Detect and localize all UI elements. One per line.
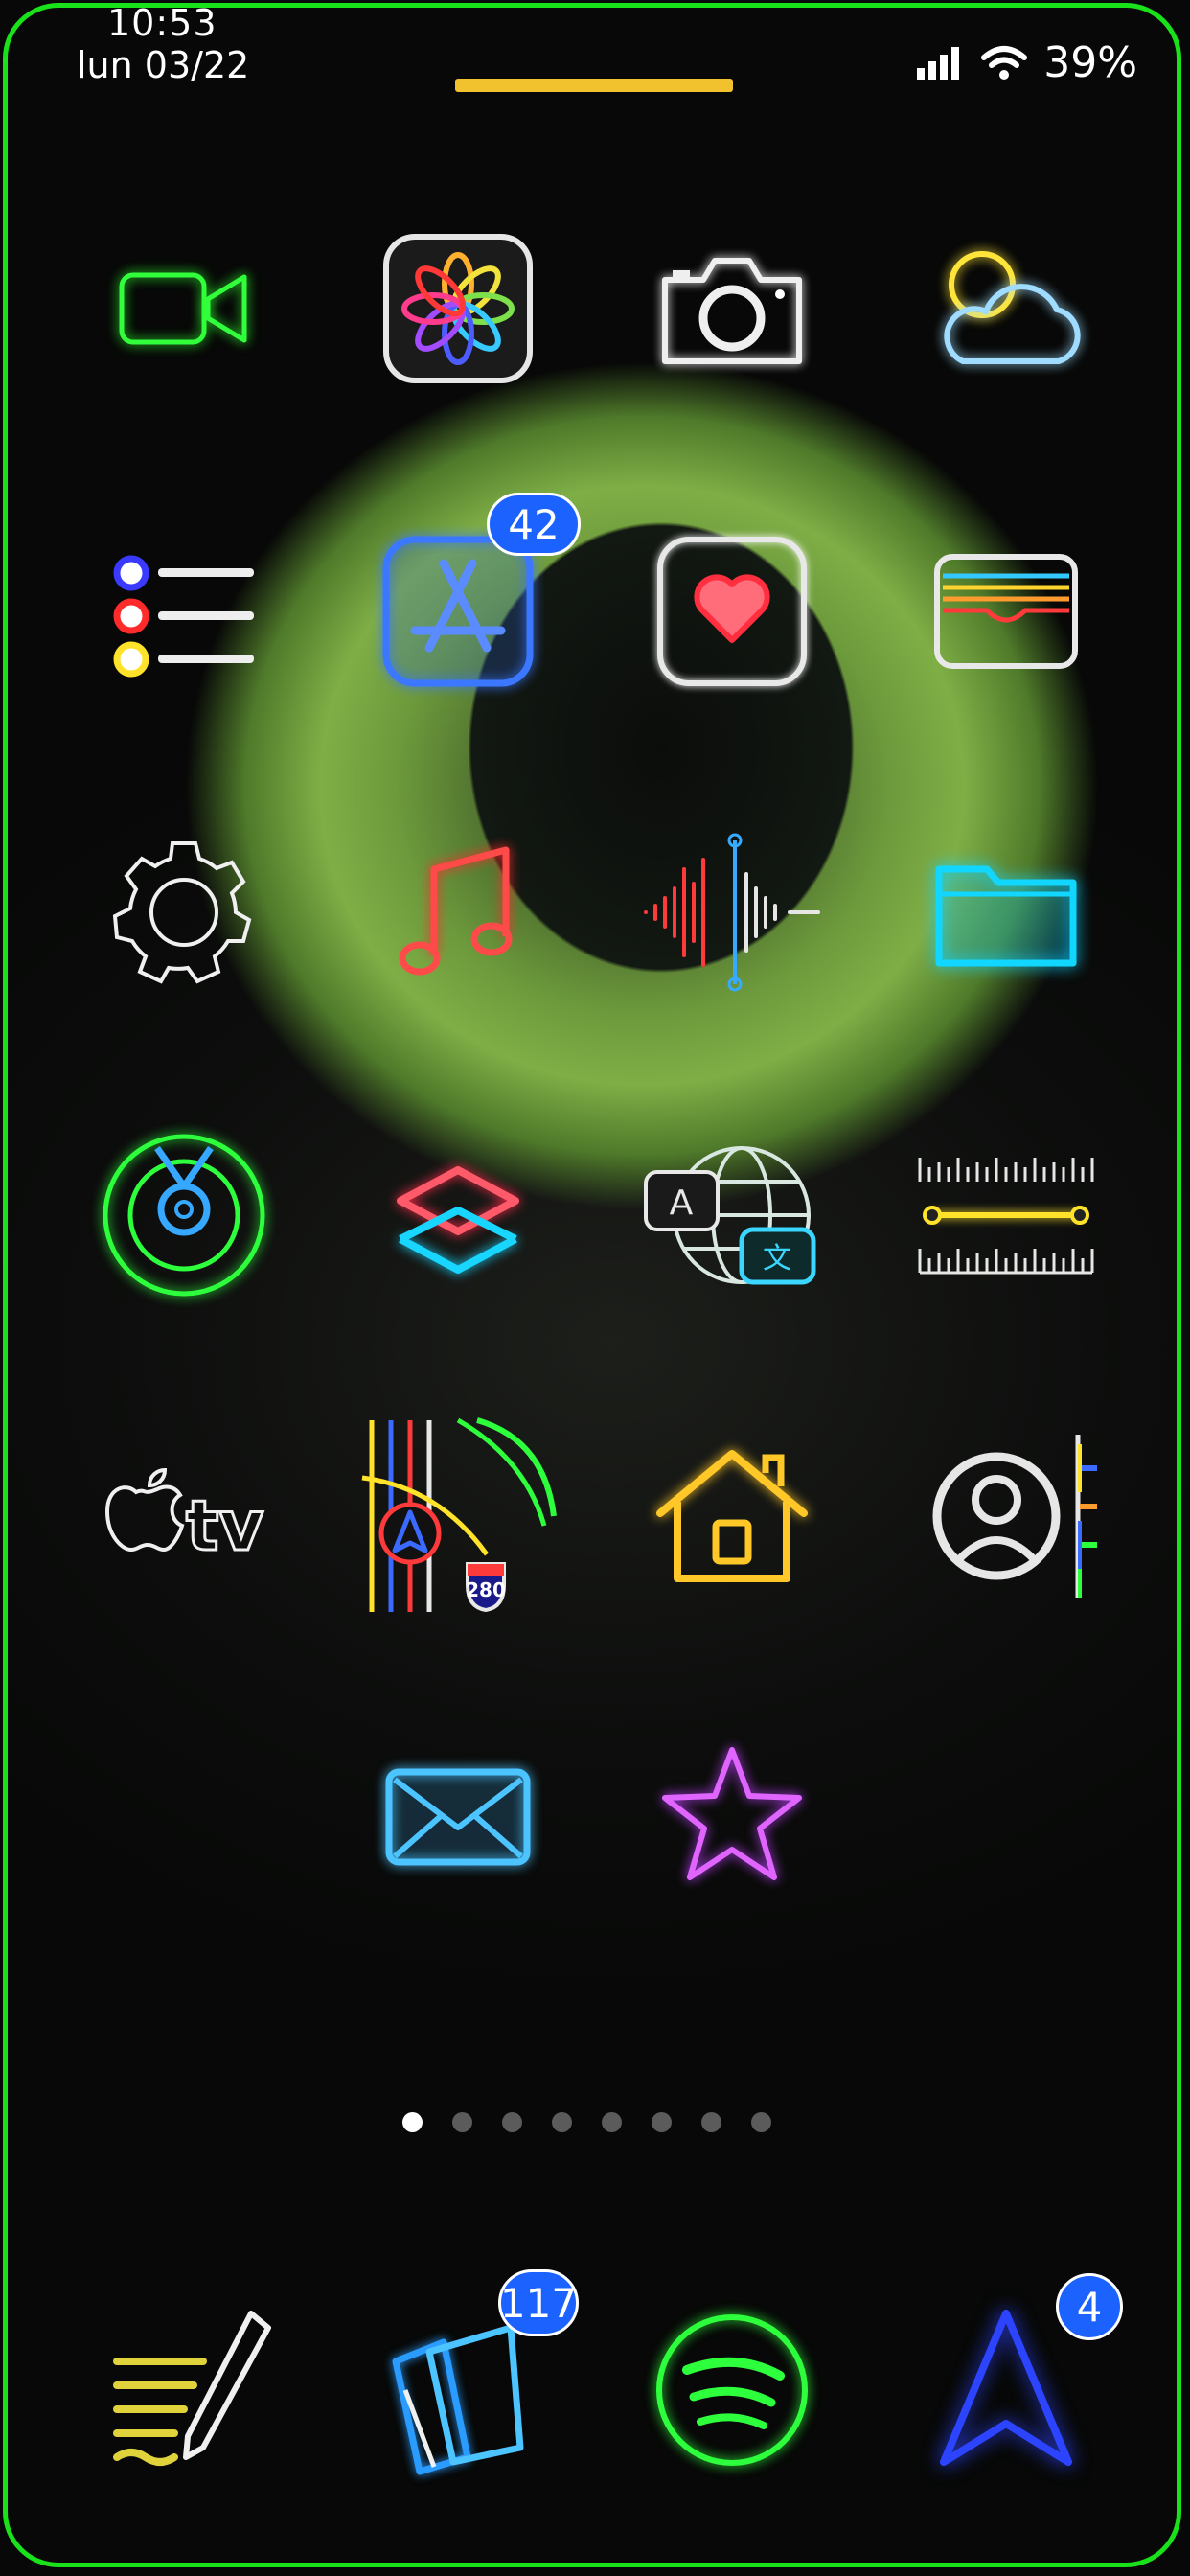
dock-notes[interactable] xyxy=(88,2294,280,2486)
itunes-store-icon xyxy=(662,1747,802,1880)
app-camera[interactable] xyxy=(636,213,828,404)
page-dot[interactable] xyxy=(402,2112,423,2132)
page-dot[interactable] xyxy=(552,2112,572,2132)
page-dot[interactable] xyxy=(751,2112,771,2132)
notes-icon xyxy=(113,2311,271,2466)
camera-icon xyxy=(662,258,802,364)
notification-badge: 117 xyxy=(498,2269,579,2336)
weather-icon xyxy=(944,251,1081,364)
page-dot[interactable] xyxy=(652,2112,672,2132)
top-indicator-bar xyxy=(455,79,733,92)
wallet-icon xyxy=(934,554,1078,669)
status-right: 39% xyxy=(917,38,1137,87)
spotify-icon xyxy=(656,2314,808,2466)
apple-tv-icon: tv xyxy=(104,1467,265,1568)
app-photos[interactable] xyxy=(362,213,554,404)
svg-text:文: 文 xyxy=(763,1242,791,1276)
wifi-icon xyxy=(981,45,1028,80)
app-shortcuts[interactable] xyxy=(362,1119,554,1311)
battery-percentage: 39% xyxy=(1043,38,1137,87)
facetime-icon xyxy=(119,272,247,345)
app-store-icon xyxy=(382,536,534,687)
status-date: lun 03/22 xyxy=(77,44,250,86)
notification-badge: 4 xyxy=(1056,2273,1123,2340)
svg-text:A: A xyxy=(670,1184,694,1223)
page-dot[interactable] xyxy=(502,2112,522,2132)
home-screen: 10:53 lun 03/22 39% 42 A 文 tv 280 117 4 xyxy=(0,0,1190,2576)
translate-icon: A 文 xyxy=(644,1146,816,1285)
status-time: 10:53 xyxy=(107,2,217,44)
find-my-icon xyxy=(103,1134,265,1297)
health-icon xyxy=(657,537,807,686)
page-indicator[interactable] xyxy=(402,2112,771,2132)
page-dot[interactable] xyxy=(452,2112,472,2132)
music-icon xyxy=(399,846,513,976)
app-reminders[interactable] xyxy=(88,516,280,707)
app-app-store[interactable]: 42 xyxy=(362,493,581,707)
home-icon xyxy=(656,1450,808,1582)
mail-icon xyxy=(385,1768,531,1866)
maps-icon: 280 xyxy=(361,1417,557,1613)
voice-memos-icon xyxy=(644,833,820,992)
cellular-signal-icon xyxy=(917,46,960,80)
page-dot[interactable] xyxy=(602,2112,622,2132)
app-music[interactable] xyxy=(362,816,554,1008)
app-health[interactable] xyxy=(636,516,828,707)
app-contacts[interactable] xyxy=(910,1420,1102,1612)
app-home[interactable] xyxy=(636,1420,828,1612)
app-apple-tv[interactable]: tv xyxy=(88,1420,280,1612)
measure-icon xyxy=(918,1158,1094,1275)
maps-route-label: 280 xyxy=(466,1578,506,1601)
apple-tv-label: tv xyxy=(186,1485,263,1566)
dock-spotify[interactable] xyxy=(636,2294,828,2486)
contacts-icon xyxy=(932,1435,1097,1598)
app-files[interactable] xyxy=(910,816,1102,1008)
app-translate[interactable]: A 文 xyxy=(636,1119,828,1311)
dock-cards[interactable]: 117 xyxy=(362,2269,579,2486)
app-itunes-store[interactable] xyxy=(636,1721,828,1913)
app-weather[interactable] xyxy=(910,213,1102,404)
app-wallet[interactable] xyxy=(910,516,1102,707)
settings-icon xyxy=(112,841,252,984)
app-measure[interactable] xyxy=(910,1119,1102,1311)
app-voice-memos[interactable] xyxy=(636,816,828,1008)
photos-icon xyxy=(383,234,533,383)
notification-badge: 42 xyxy=(487,493,581,556)
shortcuts-icon xyxy=(397,1166,519,1274)
app-find-my[interactable] xyxy=(88,1119,280,1311)
dock-navigation[interactable]: 4 xyxy=(910,2273,1123,2486)
reminders-icon xyxy=(113,555,254,678)
app-mail[interactable] xyxy=(362,1721,554,1913)
app-facetime[interactable] xyxy=(88,213,280,404)
page-dot[interactable] xyxy=(701,2112,721,2132)
app-settings[interactable] xyxy=(88,816,280,1008)
navigation-icon xyxy=(940,2310,1072,2466)
files-icon xyxy=(935,865,1077,967)
app-maps[interactable]: 280 xyxy=(361,1417,557,1613)
